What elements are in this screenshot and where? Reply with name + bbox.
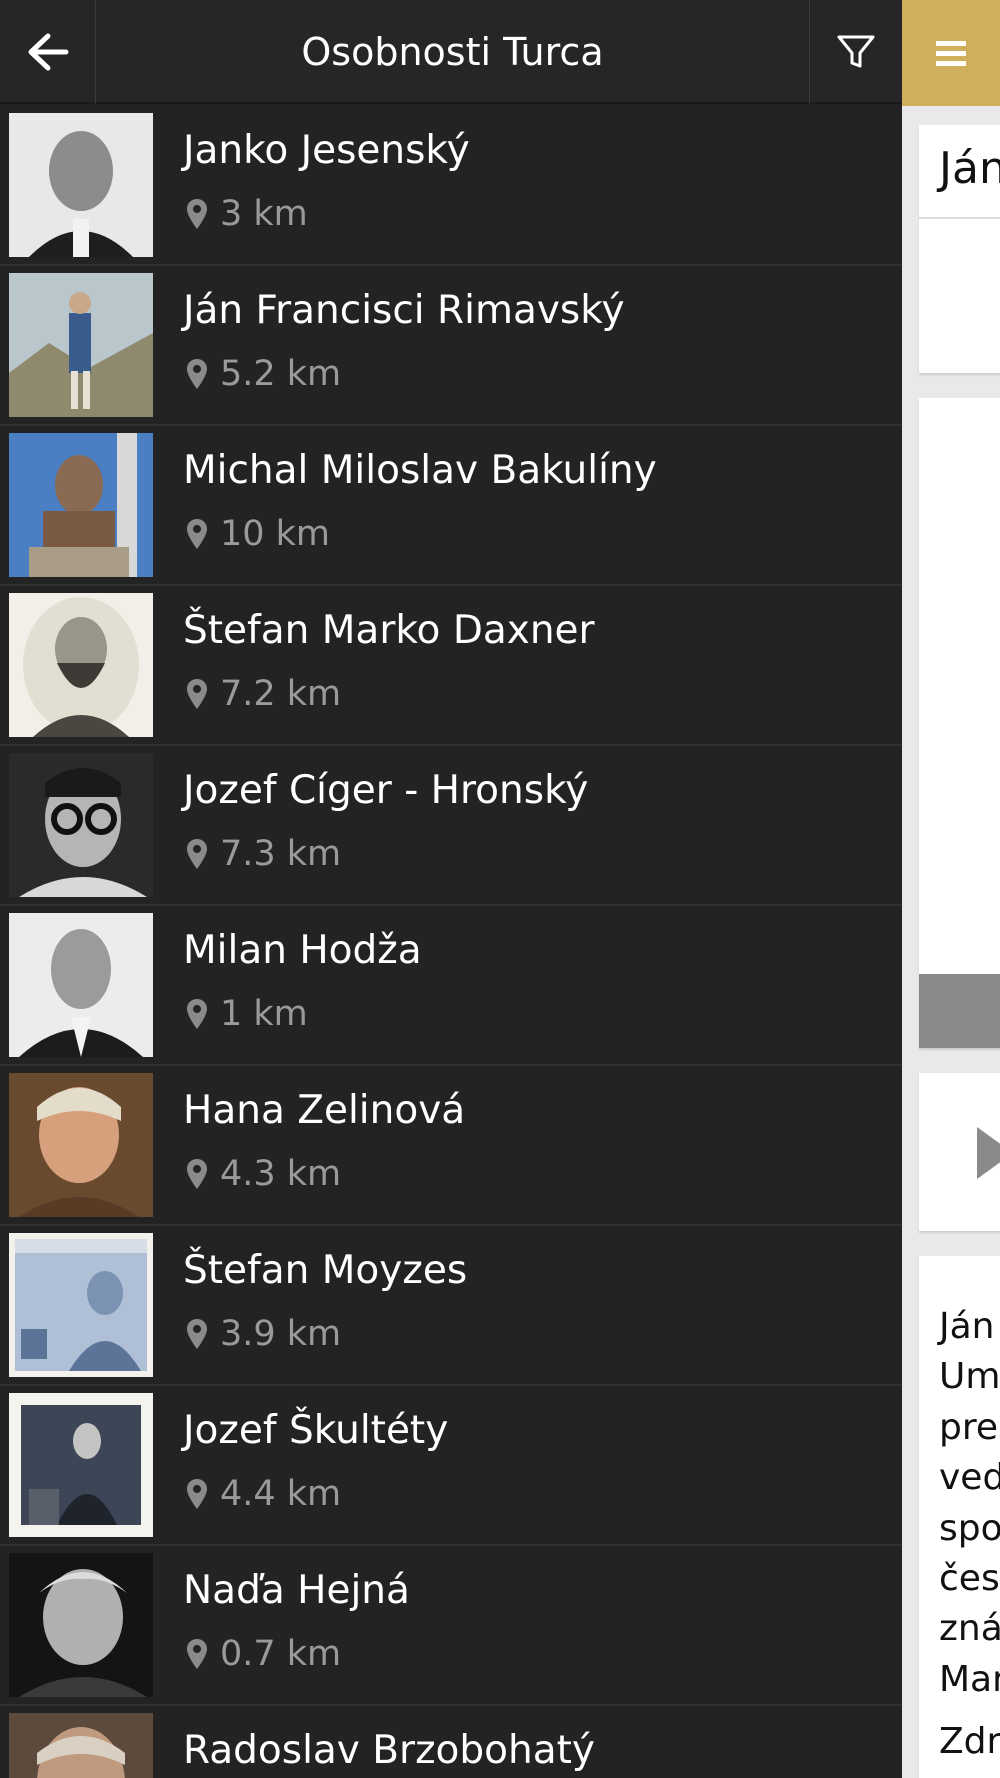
location-pin-icon [187, 519, 207, 549]
description-line: Ján [939, 1306, 995, 1347]
person-name: Jozef Škultéty [183, 1408, 449, 1453]
detail-title-card: Ján [919, 125, 1000, 373]
list-item[interactable]: Michal Miloslav Bakulíny 10 km [0, 426, 902, 586]
distance-info: 0.7 km [186, 1634, 341, 1674]
location-pin-icon [187, 839, 207, 869]
description-line: vedo [939, 1457, 1000, 1499]
description-text: Ján Umr preš vedo spo čest znár Mar Zdro [939, 1302, 1000, 1768]
list-item[interactable]: Jozef Cíger - Hronský 7.3 km [0, 746, 902, 906]
map-card[interactable] [919, 398, 1000, 1048]
location-pin-icon [187, 359, 207, 389]
person-distance: 3.9 km [220, 1314, 342, 1354]
play-icon[interactable] [975, 1125, 1000, 1181]
location-pin-icon [187, 999, 207, 1029]
person-photo [9, 1713, 153, 1778]
person-distance: 3 km [220, 194, 308, 234]
list-item[interactable]: Radoslav Brzobohatý [0, 1706, 902, 1778]
description-line: preš [939, 1406, 1000, 1448]
person-photo [9, 273, 153, 417]
list-item[interactable]: Ján Francisci Rimavský 5.2 km [0, 266, 902, 426]
distance-info: 7.2 km [186, 674, 341, 714]
person-name: Štefan Marko Daxner [183, 608, 595, 653]
person-name: Naďa Hejná [183, 1568, 410, 1613]
person-list: Janko Jesenský 3 km Ján Francisci Rimavs… [0, 106, 902, 1778]
distance-info: 5.2 km [186, 354, 341, 394]
person-distance: 0.7 km [220, 1634, 342, 1674]
audio-card [919, 1073, 1000, 1231]
person-name: Jozef Cíger - Hronský [183, 768, 589, 813]
arrow-left-icon [28, 33, 68, 71]
person-photo [9, 113, 153, 257]
person-photo [9, 1553, 153, 1697]
distance-info: 1 km [186, 994, 308, 1034]
hamburger-menu-icon [936, 41, 966, 66]
location-pin-icon [187, 1159, 207, 1189]
page-title: Osobnosti Turca [301, 30, 604, 74]
person-list-panel: Osobnosti Turca Janko Jesenský 3 km Ján … [0, 0, 902, 1778]
divider [919, 217, 1000, 219]
location-pin-icon [187, 1319, 207, 1349]
person-name: Ján Francisci Rimavský [183, 288, 625, 333]
person-name: Radoslav Brzobohatý [183, 1728, 596, 1773]
distance-info: 4.3 km [186, 1154, 341, 1194]
list-item[interactable]: Naďa Hejná 0.7 km [0, 1546, 902, 1706]
distance-info: 3.9 km [186, 1314, 341, 1354]
list-item[interactable]: Janko Jesenský 3 km [0, 106, 902, 266]
filter-funnel-icon [837, 35, 875, 68]
top-bar: Osobnosti Turca [0, 0, 902, 104]
person-photo [9, 1073, 153, 1217]
person-name: Michal Miloslav Bakulíny [183, 448, 657, 493]
person-name: Štefan Moyzes [183, 1248, 468, 1293]
detail-panel: Ján Ján Umr preš vedo spo čest znár Mar … [902, 0, 1000, 1778]
list-item[interactable]: Štefan Moyzes 3.9 km [0, 1226, 902, 1386]
filter-button[interactable] [809, 0, 902, 104]
description-line: Mar [939, 1658, 1000, 1700]
person-name: Janko Jesenský [183, 128, 470, 173]
person-distance: 7.3 km [220, 834, 342, 874]
person-name: Milan Hodža [183, 928, 422, 973]
list-item[interactable]: Štefan Marko Daxner 7.2 km [0, 586, 902, 746]
distance-info: 10 km [186, 514, 330, 554]
distance-info: 4.4 km [186, 1474, 341, 1514]
location-pin-icon [187, 1479, 207, 1509]
person-photo [9, 1393, 153, 1537]
person-distance: 10 km [220, 514, 331, 554]
source-line: Zdro [939, 1721, 1000, 1763]
person-distance: 4.3 km [220, 1154, 342, 1194]
description-line: Umr [939, 1356, 1000, 1398]
person-distance: 7.2 km [220, 674, 342, 714]
person-distance: 5.2 km [220, 354, 342, 394]
description-line: znár [939, 1608, 1000, 1650]
person-photo [9, 753, 153, 897]
person-photo [9, 433, 153, 577]
list-item[interactable]: Jozef Škultéty 4.4 km [0, 1386, 902, 1546]
description-card: Ján Umr preš vedo spo čest znár Mar Zdro [919, 1256, 1000, 1778]
person-photo [9, 1233, 153, 1377]
map-footer-bar[interactable] [919, 974, 1000, 1048]
person-distance: 1 km [220, 994, 308, 1034]
person-name: Hana Zelinová [183, 1088, 466, 1133]
list-item[interactable]: Milan Hodža 1 km [0, 906, 902, 1066]
description-line: čest [939, 1558, 1000, 1600]
description-line: spo [939, 1507, 1000, 1549]
person-distance: 4.4 km [220, 1474, 342, 1514]
location-pin-icon [187, 199, 207, 229]
list-item[interactable]: Hana Zelinová 4.3 km [0, 1066, 902, 1226]
menu-button[interactable] [902, 0, 1000, 106]
detail-title: Ján [939, 143, 1000, 194]
person-photo [9, 913, 153, 1057]
location-pin-icon [187, 1639, 207, 1669]
distance-info: 3 km [186, 194, 308, 234]
distance-info: 7.3 km [186, 834, 341, 874]
back-button[interactable] [0, 0, 96, 104]
person-photo [9, 593, 153, 737]
location-pin-icon [187, 679, 207, 709]
